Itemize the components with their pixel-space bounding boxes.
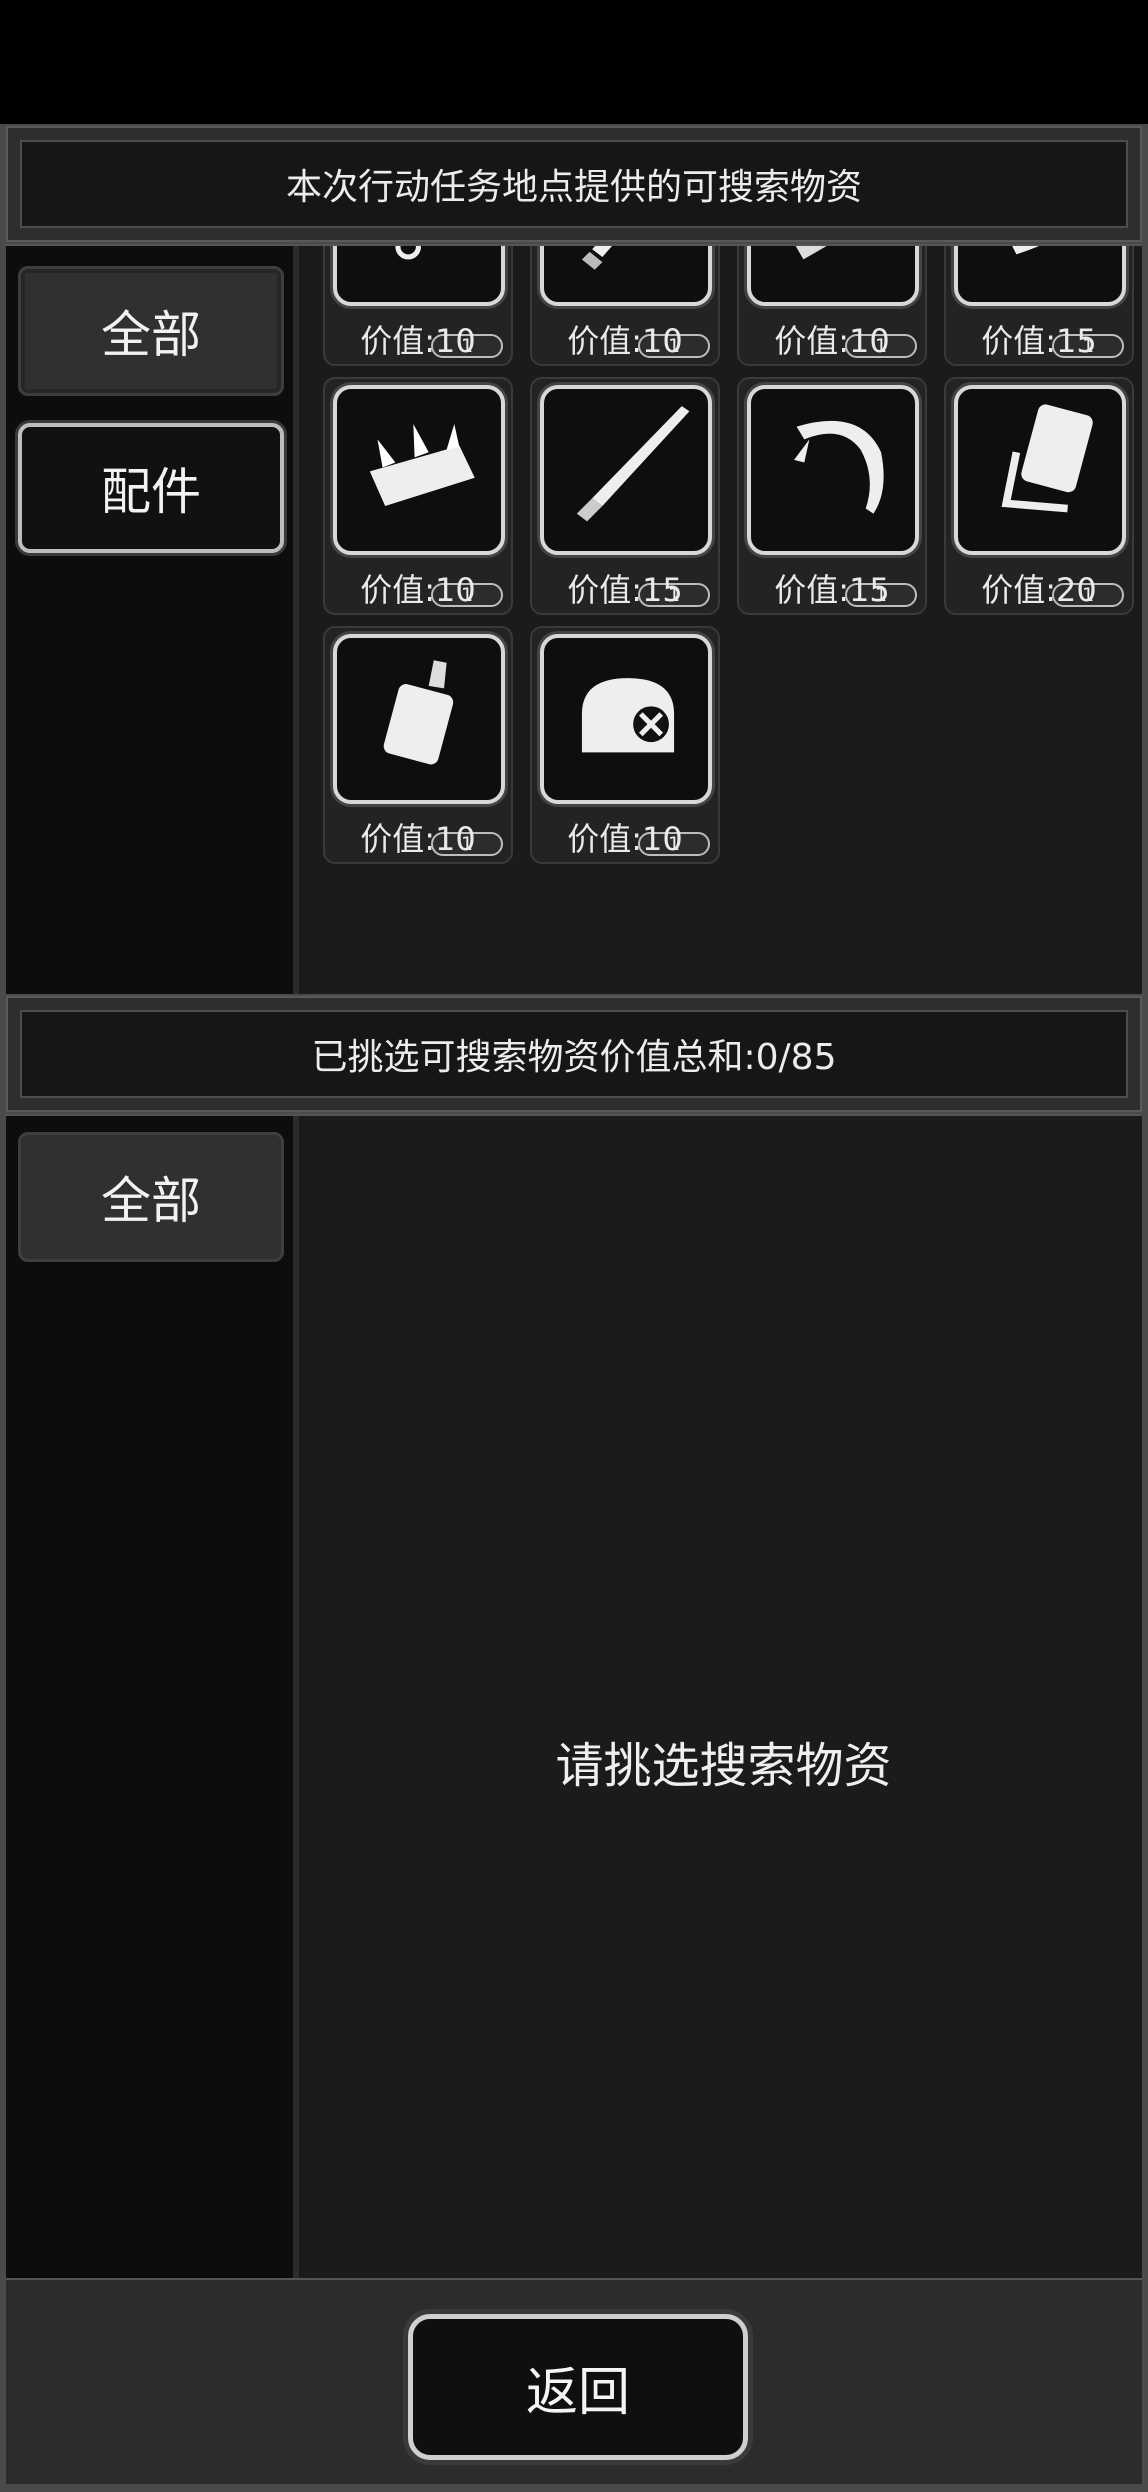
supply-item[interactable]: 1 价值:15 [737,377,927,615]
supply-item[interactable]: 1 价值:10 [530,246,720,366]
item-value: 价值:15 [774,571,890,609]
supply-item[interactable]: 1 价值:10 [737,246,927,366]
item-value: 价值:10 [360,820,476,858]
empty-selection-hint: 请挑选搜索物资 [555,1738,892,1794]
category-sidebar: 全部 配件 [6,246,299,994]
available-supplies-section: 全部 配件 1 价值:10 1 价值:10 1 价值:10 1 价值:15 1 … [6,244,1142,994]
supply-selection-panel: 本次行动任务地点提供的可搜索物资 全部 配件 1 价值:10 1 价值:10 1… [0,124,1148,2492]
footer-bar: 返回 [6,2278,1142,2484]
canister-icon [333,634,505,804]
supply-item[interactable]: 1 价值:15 [944,246,1134,366]
claw-part-icon [954,246,1126,306]
item-value: 价值:10 [360,322,476,360]
supply-item[interactable]: 1 价值:10 [530,626,720,864]
item-value: 价值:10 [567,820,683,858]
tab-all[interactable]: 全部 [18,266,284,396]
item-value: 价值:10 [567,322,683,360]
item-value: 价值:15 [567,571,683,609]
available-supplies-title: 本次行动任务地点提供的可搜索物资 [20,140,1128,228]
grip-handle-icon [954,385,1126,555]
item-value: 价值:10 [360,571,476,609]
status-bar [0,0,1148,124]
supply-item[interactable]: 1 价值:10 [323,246,513,366]
item-value: 价值:10 [774,322,890,360]
back-button[interactable]: 返回 [408,2314,748,2460]
supply-item[interactable]: 1 价值:10 [323,377,513,615]
supply-grid[interactable]: 1 价值:10 1 价值:10 1 价值:10 1 价值:15 1 价值:10 … [305,246,1142,994]
gun-part-icon [747,246,919,306]
helmet-module-icon [540,634,712,804]
tab-selected-all[interactable]: 全部 [18,1132,284,1262]
supply-item[interactable]: 1 价值:15 [530,377,720,615]
selected-supply-area: 请挑选搜索物资 [305,1116,1142,2400]
spiked-guard-icon [333,385,505,555]
available-supplies-header: 本次行动任务地点提供的可搜索物资 [6,126,1142,242]
supply-item[interactable]: 1 价值:10 [323,626,513,864]
selected-supplies-section: 全部 请挑选搜索物资 [6,1114,1142,2400]
sword-icon [540,385,712,555]
supply-item[interactable]: 1 价值:20 [944,377,1134,615]
selected-total-header: 已挑选可搜索物资价值总和:0/85 [6,996,1142,1112]
item-value: 价值:15 [981,322,1097,360]
tool-part-icon [333,246,505,306]
sickle-icon [747,385,919,555]
selected-total-title: 已挑选可搜索物资价值总和:0/85 [20,1010,1128,1098]
selected-category-sidebar: 全部 [6,1116,299,2400]
tab-accessories[interactable]: 配件 [18,423,284,553]
item-value: 价值:20 [981,571,1097,609]
blade-part-icon [540,246,712,306]
